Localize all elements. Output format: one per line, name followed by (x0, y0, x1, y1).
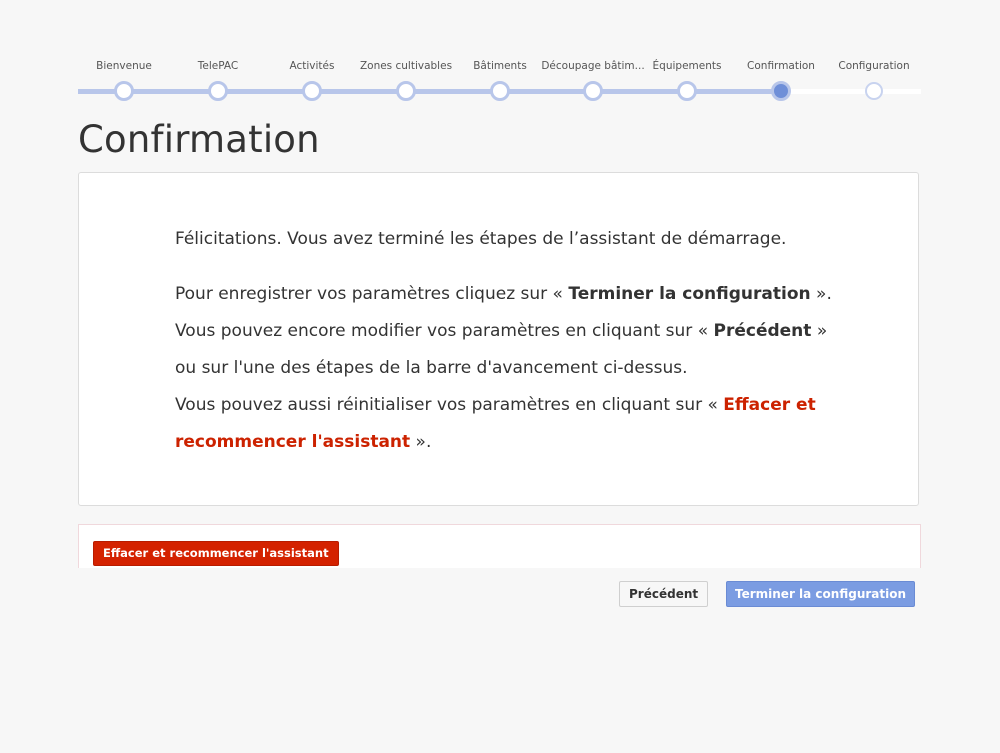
finish-reference: Terminer la configuration (568, 284, 811, 304)
step-dot (302, 81, 322, 101)
save-instructions: Pour enregistrer vos paramètres cliquez … (175, 276, 855, 313)
step-label: Configuration (838, 60, 910, 72)
previous-instructions: Vous pouvez encore modifier vos paramètr… (175, 313, 855, 350)
progress-stepper: Bienvenue TelePAC Activités Zones cultiv… (78, 58, 921, 108)
text-segment: Vous pouvez aussi réinitialiser vos para… (175, 395, 724, 415)
step-dot (490, 81, 510, 101)
text-segment: Vous pouvez encore modifier vos paramètr… (175, 321, 714, 341)
reset-instructions: Vous pouvez aussi réinitialiser vos para… (175, 387, 855, 461)
step-configuration: Configuration (819, 58, 929, 100)
confirmation-message: Félicitations. Vous avez terminé les éta… (175, 221, 855, 461)
danger-zone-panel: Effacer et recommencer l'assistant (78, 524, 921, 568)
step-dot (114, 81, 134, 101)
text-segment: » (811, 321, 828, 341)
text-segment: ». (810, 284, 832, 304)
finish-configuration-button[interactable]: Terminer la configuration (726, 581, 916, 607)
previous-reference: Précédent (713, 321, 812, 341)
step-dot (208, 81, 228, 101)
step-dot-current (771, 81, 791, 101)
step-dot (396, 81, 416, 101)
text-segment: ». (410, 432, 432, 452)
stepper-instructions: ou sur l'une des étapes de la barre d'av… (175, 358, 688, 378)
text-segment: Pour enregistrer vos paramètres cliquez … (175, 284, 569, 304)
step-dot (583, 81, 603, 101)
congratulations-text: Félicitations. Vous avez terminé les éta… (175, 229, 787, 249)
page-title: Confirmation (78, 118, 320, 161)
reset-wizard-button[interactable]: Effacer et recommencer l'assistant (93, 541, 339, 566)
previous-button[interactable]: Précédent (619, 581, 709, 607)
confirmation-card: Félicitations. Vous avez terminé les éta… (78, 172, 919, 506)
step-dot-pending (865, 82, 883, 100)
step-dot (677, 81, 697, 101)
